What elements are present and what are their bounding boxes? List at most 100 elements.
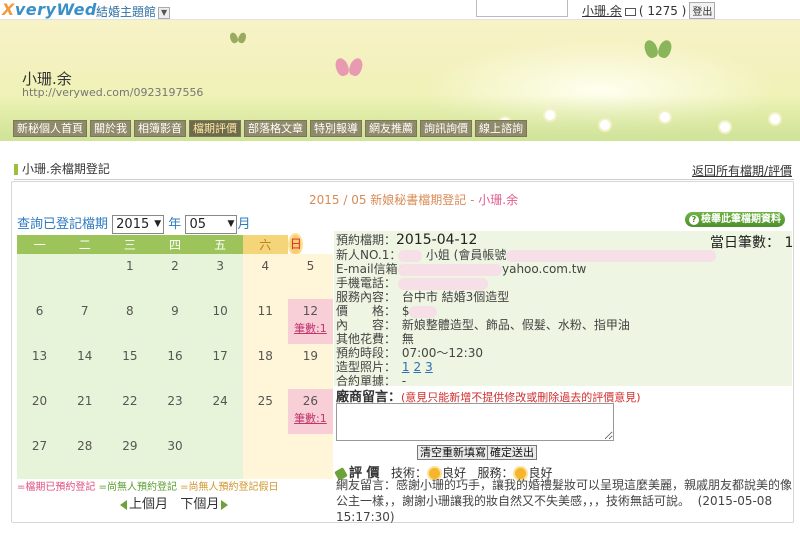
calendar-week-row: 6 7 8 9 10 11 12 筆數:1 (17, 299, 333, 344)
booking-count-link[interactable]: 筆數:1 (288, 320, 333, 336)
butterfly-icon (336, 58, 362, 80)
calendar-day-26[interactable]: 26 筆數:1 (287, 389, 333, 434)
calendar-day-23: 23 (152, 389, 198, 434)
vendor-message-input[interactable] (336, 403, 614, 441)
nav-recommend[interactable]: 網友推薦 (365, 120, 417, 137)
nav-about[interactable]: 關於我 (90, 120, 131, 137)
day-number: 1 (126, 259, 134, 273)
detail-bride-row: 新人NO.1： 小姐 (會員帳號 (336, 248, 717, 262)
day-number: 26 (302, 394, 319, 408)
report-button[interactable]: ? 檢舉此筆檔期資料 (685, 212, 785, 227)
user-area: 小珊.余 ( 1275 ) 登出 (582, 2, 716, 19)
legend-free-holiday: =尚無人預約登記假日 (180, 482, 279, 493)
detail-price-row: 價 格： $ (336, 304, 438, 318)
back-to-list-link[interactable]: 返回所有檔期/評價 (692, 162, 792, 179)
day-number: 27 (31, 439, 48, 453)
photo-link[interactable]: 3 (425, 360, 433, 374)
booking-count-link[interactable]: 筆數:1 (288, 410, 333, 426)
flower-icon (770, 114, 780, 124)
weekday-wed: 三 (107, 235, 153, 254)
nav-inquiry[interactable]: 詢訊詢價 (420, 120, 472, 137)
day-number: 6 (35, 304, 44, 318)
section-header: 小珊.余檔期登記 返回所有檔期/評價 (14, 160, 794, 180)
calendar-day-8: 8 (107, 299, 153, 344)
nav-home[interactable]: 新秘個人首頁 (13, 120, 87, 137)
month-value: 05 (189, 217, 206, 232)
day-count: 當日筆數： 1 (710, 235, 794, 251)
year-select[interactable]: 2015 ▼ (112, 215, 165, 234)
calendar-week-row: 1 2 3 4 5 (17, 254, 333, 299)
redacted-mask (398, 249, 422, 262)
top-search-box[interactable] (476, 0, 568, 17)
mail-count[interactable]: ( 1275 ) (639, 4, 687, 18)
flower-icon (600, 120, 610, 130)
price-label: 價 格： (336, 304, 397, 318)
day-number: 15 (122, 349, 138, 363)
day-number: 2 (171, 259, 179, 273)
chevron-down-icon: ▼ (227, 219, 235, 229)
calendar-day-25: 25 (242, 389, 288, 434)
calendar-day-12[interactable]: 12 筆數:1 (287, 299, 333, 344)
site-logo[interactable]: XveryWed (2, 0, 97, 19)
clear-button[interactable]: 清空重新填寫 (417, 445, 489, 460)
content-value: 新娘整體造型、飾品、假髮、水粉、指甲油 (401, 318, 630, 332)
other-value: 無 (401, 332, 414, 346)
subtitle-name: 小珊.余 (478, 193, 519, 207)
month-select[interactable]: 05 ▼ (185, 215, 238, 234)
month-pager: 上個月 下個月 (120, 493, 229, 512)
calendar-week-row: 27 28 29 30 (17, 434, 333, 479)
theme-label: 結婚主題館 (96, 5, 157, 19)
day-number: 4 (261, 259, 270, 273)
query-label: 查詢已登記檔期 (17, 217, 109, 232)
mail-icon[interactable] (624, 7, 636, 16)
flower-icon (720, 122, 730, 132)
detail-photo-row: 造型照片： 123 (336, 360, 437, 374)
logo-mark: X (2, 0, 15, 19)
calendar-day-27: 27 (17, 434, 63, 479)
nav-album[interactable]: 相簿影音 (134, 120, 186, 137)
report-label: 檢舉此筆檔期資料 (701, 214, 781, 225)
schedule-subtitle: 2015 / 05 新娘秘書檔期登記 - 小珊.余 (309, 191, 518, 208)
butterfly-icon (230, 32, 246, 45)
day-number: 19 (302, 349, 319, 363)
photo-link[interactable]: 1 (402, 360, 410, 374)
user-review: 網友留言：感謝小珊的巧手，讓我的婚禮髮妝可以呈現這麼美麗，親戚朋友都說美的像公主… (336, 477, 792, 525)
submit-button[interactable]: 確定送出 (487, 445, 537, 460)
prev-month-link[interactable]: 上個月 (129, 497, 168, 512)
next-month-link[interactable]: 下個月 (180, 497, 219, 512)
calendar-day-5: 5 (287, 254, 333, 299)
photo-label: 造型照片： (336, 360, 397, 374)
next-arrow-icon (221, 499, 229, 510)
section-title: 小珊.余檔期登記 (22, 162, 110, 176)
day-number: 12 (302, 304, 319, 318)
other-label: 其他花費： (336, 332, 397, 346)
detail-date-row: 預約檔期：2015-04-12 (336, 233, 477, 247)
day-number: 22 (122, 394, 138, 408)
calendar-day-19: 19 (287, 344, 333, 389)
theme-dropdown[interactable]: 結婚主題館 ▼ (96, 3, 171, 20)
detail-other-row: 其他花費： 無 (336, 332, 414, 346)
year-value: 2015 (116, 217, 150, 232)
legend-booked: =檔期已預約登記 (17, 482, 96, 493)
logo-text: veryWed (14, 0, 97, 19)
weekday-sat: 六 (242, 235, 288, 254)
day-number: 10 (212, 304, 228, 318)
nav-special[interactable]: 特別報導 (310, 120, 362, 137)
detail-content-row: 內 容： 新娘整體造型、飾品、假髮、水粉、指甲油 (336, 318, 630, 332)
user-name-link[interactable]: 小珊.余 (582, 4, 622, 18)
year-unit: 年 (168, 217, 182, 232)
nav-consult[interactable]: 線上諮詢 (475, 120, 527, 137)
photo-link[interactable]: 2 (413, 360, 421, 374)
day-number: 28 (77, 439, 93, 453)
calendar-day-2: 2 (152, 254, 198, 299)
logout-button[interactable]: 登出 (689, 2, 716, 19)
day-number: 9 (171, 304, 179, 318)
nav-blog[interactable]: 部落格文章 (244, 120, 307, 137)
content-label: 內 容： (336, 318, 397, 332)
weekday-fri: 五 (197, 235, 243, 254)
nav-schedule[interactable]: 檔期評價 (189, 120, 241, 137)
day-number: 11 (257, 304, 273, 318)
calendar-day-11: 11 (242, 299, 288, 344)
day-number: 14 (77, 349, 93, 363)
calendar-day-29: 29 (107, 434, 153, 479)
